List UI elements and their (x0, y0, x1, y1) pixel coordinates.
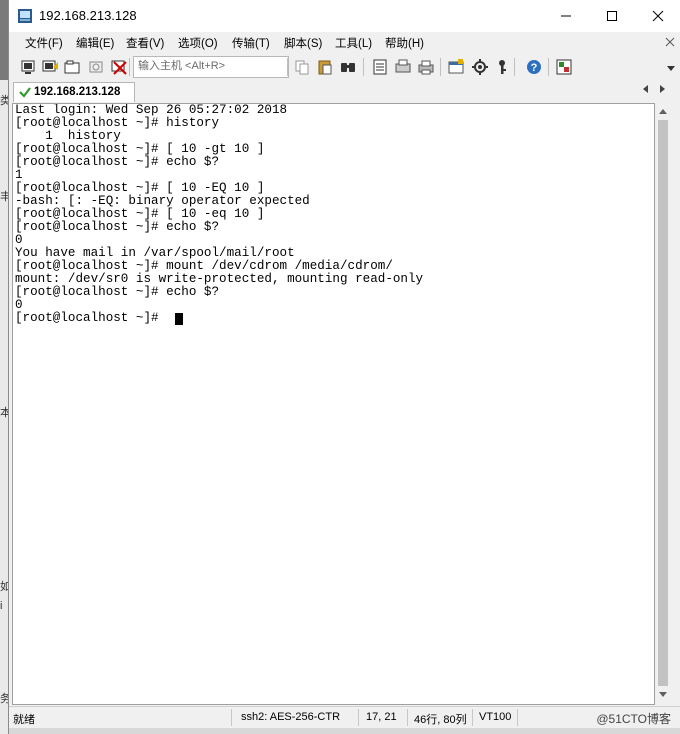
terminal-line: [root@localhost ~]# echo $? (15, 155, 220, 169)
copy-icon[interactable] (293, 58, 311, 76)
session-options-icon[interactable] (447, 58, 465, 76)
print-icon[interactable] (371, 58, 389, 76)
status-cursor-position: 17, 21 (366, 711, 397, 723)
status-divider (358, 709, 359, 726)
sftp-icon[interactable] (555, 58, 573, 76)
toolbar-overflow-icon[interactable] (667, 66, 675, 71)
terminal-view[interactable]: Last login: Wed Sep 26 05:27:02 2018 [ro… (12, 103, 655, 705)
background-text: i (0, 600, 3, 612)
close-button[interactable] (635, 0, 680, 32)
menu-transfer[interactable]: 传输(T) (232, 35, 270, 51)
menu-tools[interactable]: 工具(L) (335, 35, 372, 51)
status-divider (231, 709, 232, 726)
toolbar-separator (548, 58, 549, 76)
maximize-icon (607, 11, 617, 21)
title-bar[interactable]: 192.168.213.128 (9, 0, 680, 32)
menu-view[interactable]: 查看(V) (126, 35, 164, 51)
status-divider (517, 709, 518, 726)
menu-help[interactable]: 帮助(H) (385, 35, 424, 51)
toolbar-separator (440, 58, 441, 76)
toolbar-separator (514, 58, 515, 76)
help-icon[interactable]: ? (525, 58, 543, 76)
paste-icon[interactable] (316, 58, 334, 76)
disconnect-icon[interactable] (110, 58, 128, 76)
terminal-line: [root@localhost ~]# echo $? (15, 220, 220, 234)
quick-connect-icon[interactable] (41, 58, 59, 76)
status-emulation: VT100 (479, 711, 512, 723)
toolbar-separator (363, 58, 364, 76)
global-options-icon[interactable] (471, 58, 489, 76)
document-close-icon[interactable] (663, 35, 677, 49)
scrollbar-thumb[interactable] (658, 120, 668, 686)
tab-scroll-right-icon[interactable] (660, 85, 665, 93)
print-setup-icon[interactable] (394, 58, 412, 76)
status-size: 46行, 80列 (414, 714, 467, 726)
watermark: @51CTO博客 (596, 712, 671, 726)
printer-icon[interactable] (417, 58, 435, 76)
tab-label: 192.168.213.128 (34, 86, 121, 98)
menu-script[interactable]: 脚本(S) (284, 35, 322, 51)
toolbar-separator (287, 58, 288, 76)
quick-host-input[interactable]: 输入主机 <Alt+R> (133, 56, 289, 78)
toolbar-separator (129, 58, 130, 76)
window-title: 192.168.213.128 (39, 8, 137, 23)
terminal-prompt-line: [root@localhost ~]# (15, 311, 167, 325)
status-cipher: ssh2: AES-256-CTR (241, 711, 341, 723)
minimize-button[interactable] (543, 0, 589, 32)
menu-options[interactable]: 选项(O) (178, 35, 218, 51)
keymap-icon[interactable] (493, 58, 511, 76)
menu-edit[interactable]: 编辑(E) (76, 35, 114, 51)
maximize-button[interactable] (589, 0, 635, 32)
check-icon (18, 85, 32, 99)
app-icon (17, 8, 33, 24)
status-divider (407, 709, 408, 726)
scroll-up-icon[interactable] (659, 109, 667, 114)
connect-tab-icon[interactable] (63, 58, 81, 76)
terminal-line: [root@localhost ~]# echo $? (15, 285, 220, 299)
minimize-icon (561, 15, 571, 17)
status-divider (472, 709, 473, 726)
tab-scroll-left-icon[interactable] (643, 85, 648, 93)
window-bottom-edge (9, 728, 680, 734)
securecrt-window: 192.168.213.128 文件(F) 编辑(E) 查看(V) 选项(O) … (8, 0, 680, 734)
status-bar: 就绪 ssh2: AES-256-CTR 17, 21 46行, 80列 VT1… (9, 706, 680, 729)
tab-session[interactable]: 192.168.213.128 (13, 82, 135, 102)
terminal-scrollbar[interactable] (655, 103, 671, 703)
connect-icon[interactable] (19, 58, 37, 76)
session-tab-bar: 192.168.213.128 (9, 80, 680, 102)
terminal-cursor (175, 313, 183, 325)
find-icon[interactable] (339, 58, 357, 76)
svg-text:?: ? (531, 62, 538, 74)
close-icon (652, 10, 664, 22)
status-ready: 就绪 (13, 714, 35, 726)
scroll-down-icon[interactable] (659, 692, 667, 697)
reconnect-icon[interactable] (87, 58, 105, 76)
toolbar: 输入主机 <Alt+R> ? (9, 54, 680, 81)
menu-file[interactable]: 文件(F) (25, 35, 63, 51)
menu-bar: 文件(F) 编辑(E) 查看(V) 选项(O) 传输(T) 脚本(S) 工具(L… (9, 32, 680, 54)
